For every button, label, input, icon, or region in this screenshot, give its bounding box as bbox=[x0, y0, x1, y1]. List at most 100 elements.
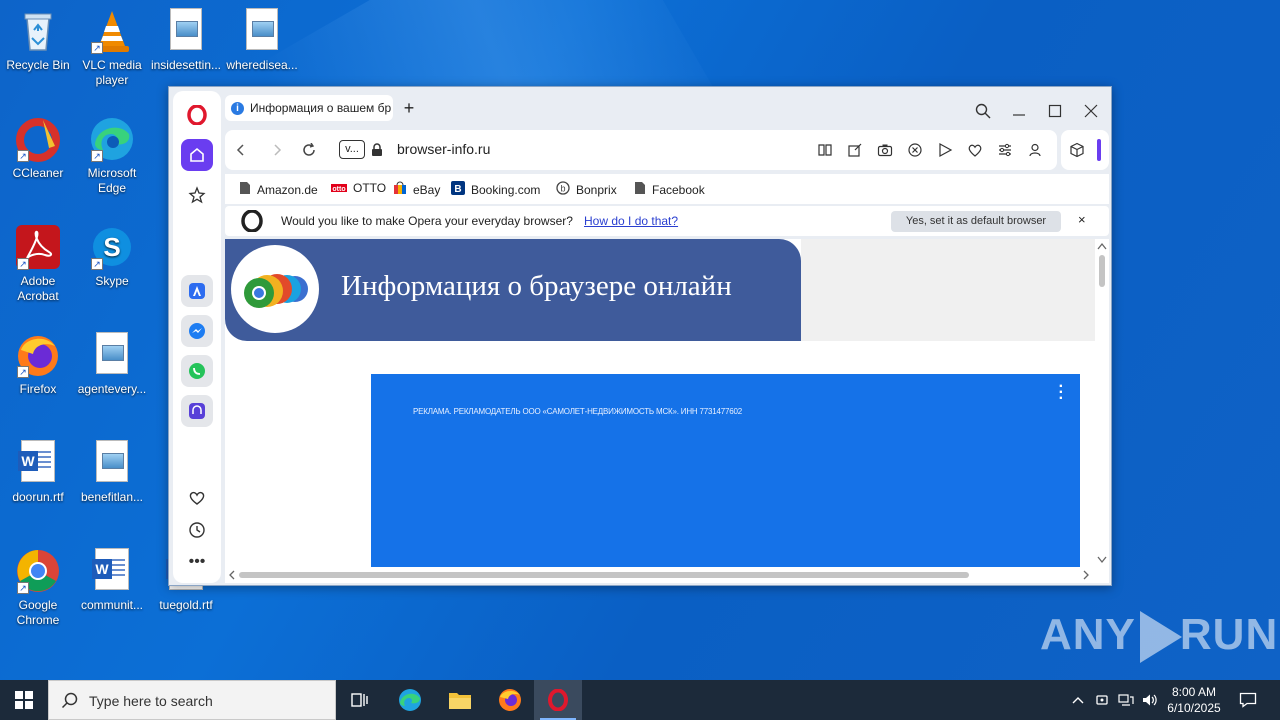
taskbar-clock[interactable]: 8:00 AM 6/10/2025 bbox=[1162, 684, 1226, 716]
desktop-icon-insidesettin[interactable]: insidesettin... bbox=[148, 8, 224, 73]
opera-sidebar: ••• bbox=[173, 91, 221, 583]
desktop-icon-recycle-bin[interactable]: Recycle Bin bbox=[0, 8, 76, 73]
network-tray-icon[interactable] bbox=[1116, 680, 1136, 720]
task-view-button[interactable] bbox=[336, 680, 384, 720]
bookmark-facebook[interactable]: Facebook bbox=[634, 181, 705, 198]
home-icon[interactable] bbox=[181, 139, 213, 171]
desktop-icon-agentevery[interactable]: agentevery... bbox=[74, 332, 150, 397]
network-icon bbox=[1118, 694, 1134, 706]
desktop-icon-google-chrome[interactable]: ↗ Google Chrome bbox=[0, 548, 76, 628]
tab-strip: i Информация о вашем бр + bbox=[225, 93, 1111, 123]
desktop-icon-vlc[interactable]: ↗ VLC media player bbox=[74, 8, 150, 88]
desktop-icon-communit[interactable]: W communit... bbox=[74, 548, 150, 613]
how-do-i-do-that-link[interactable]: How do I do that? bbox=[584, 214, 678, 228]
desktop-icon-benefitlan[interactable]: benefitlan... bbox=[74, 440, 150, 505]
whatsapp-icon[interactable] bbox=[181, 355, 213, 387]
info-icon: i bbox=[231, 101, 244, 115]
svg-text:b: b bbox=[560, 184, 565, 194]
windows-logo-icon bbox=[15, 691, 33, 709]
history-clock-icon[interactable] bbox=[181, 514, 213, 546]
profile-icon[interactable] bbox=[1025, 140, 1045, 160]
edit-share-icon[interactable] bbox=[845, 140, 865, 160]
advertisement-banner[interactable]: РЕКЛАМА. РЕКЛАМОДАТЕЛЬ ООО «САМОЛЕТ-НЕДВ… bbox=[371, 374, 1080, 574]
recycle-bin-icon bbox=[15, 8, 61, 54]
close-window-button[interactable] bbox=[1079, 99, 1103, 123]
adblock-shield-icon[interactable] bbox=[905, 140, 925, 160]
forward-icon[interactable] bbox=[267, 140, 287, 160]
folder-icon bbox=[449, 693, 471, 709]
bookmark-label: eBay bbox=[413, 182, 441, 197]
desktop-icon-label: Firefox bbox=[19, 382, 57, 396]
set-default-browser-button[interactable]: Yes, set it as default browser bbox=[891, 211, 1061, 232]
active-tab[interactable]: i Информация о вашем бр bbox=[225, 95, 393, 121]
bookmark-label: OTTO bbox=[353, 181, 387, 195]
bookmark-booking[interactable]: B Booking.com bbox=[451, 181, 540, 198]
easy-setup-icon[interactable] bbox=[995, 140, 1015, 160]
shortcut-arrow-icon: ↗ bbox=[91, 258, 103, 270]
firefox-icon: ↗ bbox=[15, 332, 61, 378]
bookmark-bonprix[interactable]: b Bonprix bbox=[556, 181, 617, 198]
music-player-icon[interactable] bbox=[181, 395, 213, 427]
desktop-icon-wheredisea[interactable]: wheredisea... bbox=[224, 8, 300, 73]
image-file-icon bbox=[89, 440, 135, 486]
horizontal-scrollbar[interactable] bbox=[225, 567, 1095, 583]
desktop-icon-label: Google Chrome bbox=[16, 598, 60, 627]
bonprix-logo-icon: b bbox=[556, 181, 570, 198]
page-viewport: Информация о браузере онлайн РЕКЛАМА. РЕ… bbox=[225, 239, 1109, 583]
device-tray-icon[interactable] bbox=[1092, 680, 1112, 720]
taskbar-firefox[interactable] bbox=[486, 680, 534, 720]
desktop-icon-label: Microsoft Edge bbox=[87, 166, 137, 195]
taskbar-search-box[interactable]: Type here to search bbox=[48, 680, 336, 720]
site-header-banner: Информация о браузере онлайн bbox=[225, 239, 801, 341]
snapshot-camera-icon[interactable] bbox=[875, 140, 895, 160]
bookmark-ebay[interactable]: eBay bbox=[393, 181, 440, 198]
address-bar-url[interactable]: browser-info.ru bbox=[397, 141, 490, 157]
microsoft-edge-icon bbox=[399, 689, 421, 711]
desktop-icon-skype[interactable]: S ↗ Skype bbox=[74, 224, 150, 289]
reader-mode-icon[interactable] bbox=[815, 140, 835, 160]
vpn-badge[interactable]: v... bbox=[339, 140, 365, 159]
vertical-scrollbar[interactable] bbox=[1095, 239, 1109, 567]
aria-ai-icon[interactable] bbox=[181, 275, 213, 307]
microsoft-edge-icon: ↗ bbox=[89, 116, 135, 162]
desktop-icon-firefox[interactable]: ↗ Firefox bbox=[0, 332, 76, 397]
bookmark-file-icon bbox=[239, 181, 251, 198]
minimize-button[interactable] bbox=[1007, 99, 1031, 123]
desktop-icon-doorun-rtf[interactable]: W doorun.rtf bbox=[0, 440, 76, 505]
bookmark-otto[interactable]: otto OTTO bbox=[331, 181, 386, 195]
desktop-icon-microsoft-edge[interactable]: ↗ Microsoft Edge bbox=[74, 116, 150, 196]
taskbar-opera[interactable] bbox=[534, 680, 582, 720]
search-tabs-icon[interactable] bbox=[971, 99, 995, 123]
extensions-cube-icon[interactable] bbox=[1067, 140, 1087, 160]
messenger-icon[interactable] bbox=[181, 315, 213, 347]
more-options-icon[interactable]: ••• bbox=[181, 546, 213, 578]
bookmark-amazon[interactable]: Amazon.de bbox=[239, 181, 318, 198]
opera-logo-icon[interactable] bbox=[181, 99, 213, 131]
task-view-icon bbox=[351, 693, 368, 707]
bookmark-label: Facebook bbox=[652, 182, 705, 197]
desktop-icon-ccleaner[interactable]: ↗ CCleaner bbox=[0, 116, 76, 181]
star-icon[interactable] bbox=[181, 179, 213, 211]
reload-icon[interactable] bbox=[299, 140, 319, 160]
maximize-button[interactable] bbox=[1043, 99, 1067, 123]
volume-tray-icon[interactable] bbox=[1140, 680, 1160, 720]
svg-text:B: B bbox=[454, 184, 461, 195]
ad-menu-icon[interactable]: · · · bbox=[1059, 379, 1064, 407]
show-hidden-icons-button[interactable] bbox=[1068, 680, 1088, 720]
new-tab-button[interactable]: + bbox=[399, 98, 419, 118]
lock-icon[interactable] bbox=[367, 140, 387, 160]
bookmark-heart-icon[interactable] bbox=[965, 140, 985, 160]
back-icon[interactable] bbox=[231, 140, 251, 160]
start-button[interactable] bbox=[0, 680, 48, 720]
svg-text:otto: otto bbox=[332, 186, 345, 192]
taskbar-edge[interactable] bbox=[386, 680, 434, 720]
desktop-icon-adobe-acrobat[interactable]: ↗ Adobe Acrobat bbox=[0, 224, 76, 304]
firefox-icon bbox=[499, 689, 521, 711]
bookmark-label: Bonprix bbox=[576, 182, 617, 197]
send-play-icon[interactable] bbox=[935, 140, 955, 160]
heart-icon[interactable] bbox=[181, 482, 213, 514]
notifications-button[interactable] bbox=[1236, 680, 1260, 720]
vlc-cone-icon: ↗ bbox=[89, 8, 135, 54]
infobar-close-button[interactable]: × bbox=[1078, 212, 1086, 227]
taskbar-file-explorer[interactable] bbox=[436, 680, 484, 720]
